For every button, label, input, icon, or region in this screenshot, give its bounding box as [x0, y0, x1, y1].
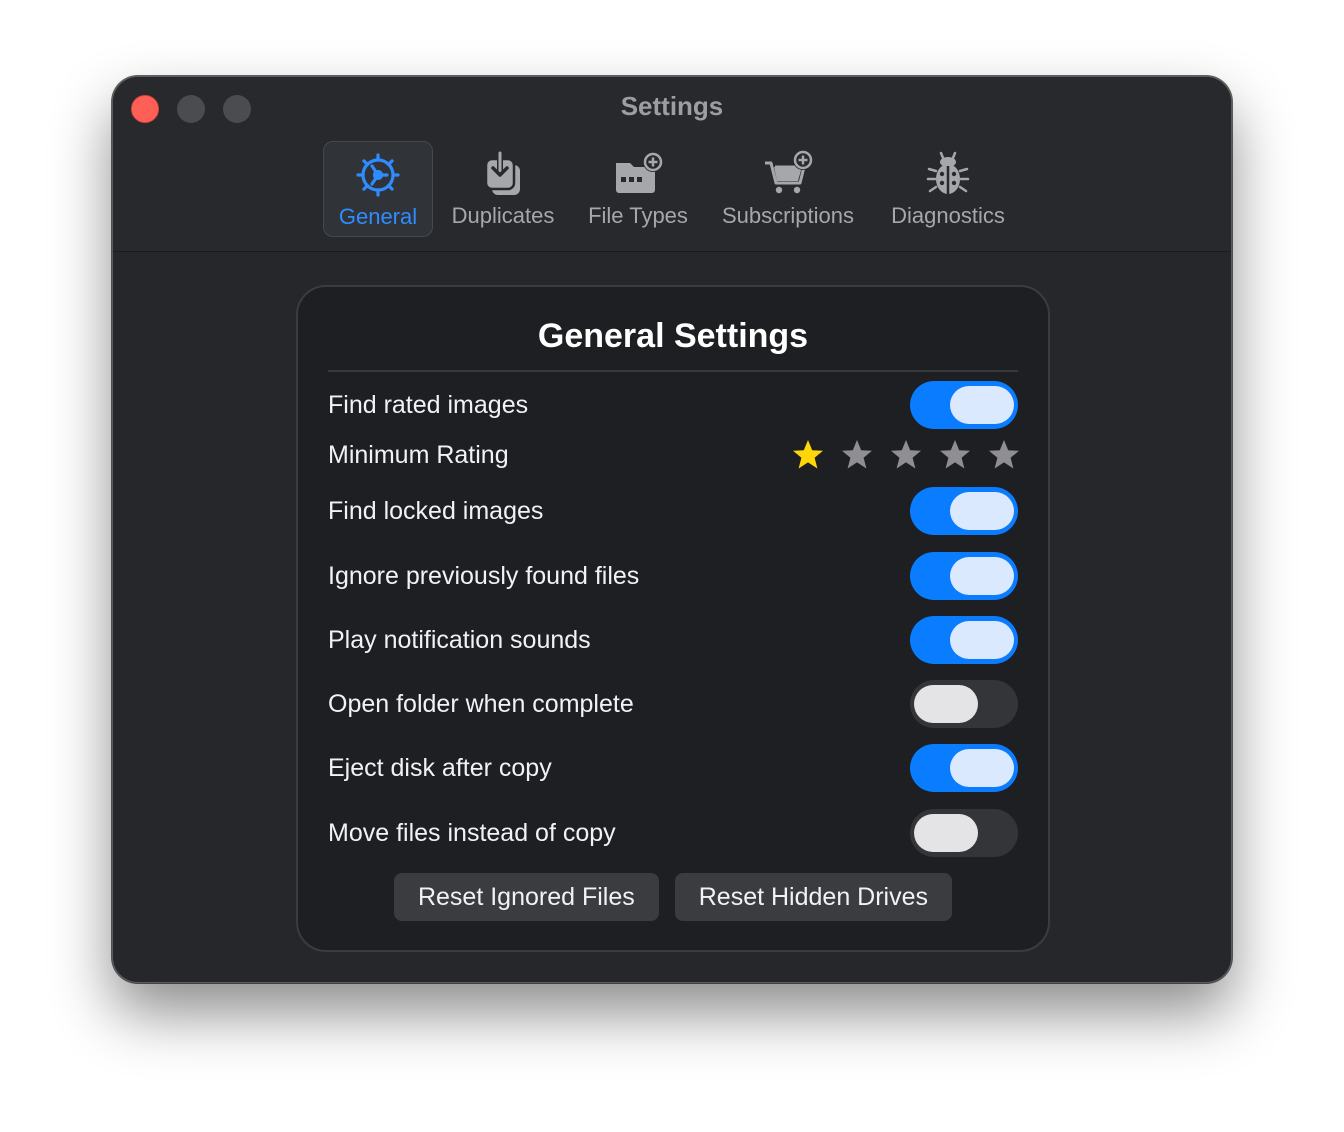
tab-file-types[interactable]: File Types [573, 141, 703, 237]
star-icon[interactable] [937, 437, 973, 473]
reset-buttons: Reset Ignored Files Reset Hidden Drives [298, 873, 1048, 921]
star-icon[interactable] [888, 437, 924, 473]
setting-label: Minimum Rating [328, 440, 509, 469]
setting-row-find-locked: Find locked images [328, 487, 1018, 535]
toolbar: Settings General Duplicates File Types S… [113, 77, 1231, 252]
reset-ignored-files-button[interactable]: Reset Ignored Files [393, 873, 659, 921]
tab-file-types-label: File Types [588, 203, 688, 228]
settings-window: Settings General Duplicates File Types S… [112, 76, 1232, 983]
cart-add-icon [765, 150, 813, 194]
setting-label: Move files instead of copy [328, 818, 616, 847]
toggle-knob [914, 814, 978, 852]
eject-disk-toggle[interactable] [910, 744, 1018, 792]
setting-label: Play notification sounds [328, 625, 591, 654]
tab-duplicates-label: Duplicates [451, 203, 555, 228]
move-files-toggle[interactable] [910, 809, 1018, 857]
find-locked-images-toggle[interactable] [910, 487, 1018, 535]
setting-row-minimum-rating: Minimum Rating [328, 431, 1019, 479]
duplicates-icon [484, 151, 520, 195]
setting-row-eject-disk: Eject disk after copy [328, 744, 1018, 792]
setting-row-find-rated: Find rated images [328, 381, 1018, 429]
gear-icon [356, 153, 400, 197]
tab-duplicates[interactable]: Duplicates [433, 141, 573, 237]
reset-hidden-drives-button[interactable]: Reset Hidden Drives [674, 873, 953, 921]
tab-subscriptions-label: Subscriptions [721, 203, 855, 228]
toggle-knob [950, 492, 1014, 530]
setting-label: Ignore previously found files [328, 561, 640, 590]
setting-row-notification-sounds: Play notification sounds [328, 616, 1018, 664]
setting-label: Find rated images [328, 390, 529, 419]
tab-diagnostics[interactable]: Diagnostics [873, 141, 1023, 237]
notification-sounds-toggle[interactable] [910, 616, 1018, 664]
toggle-knob [950, 386, 1014, 424]
star-icon[interactable] [839, 437, 875, 473]
tab-general[interactable]: General [323, 141, 433, 237]
setting-row-ignore-previous: Ignore previously found files [328, 552, 1018, 600]
star-icon[interactable] [790, 437, 826, 473]
panel-title: General Settings [537, 317, 809, 355]
window-title: Settings [620, 91, 724, 121]
setting-row-open-folder: Open folder when complete [328, 680, 1018, 728]
general-settings-panel: General Settings Find rated images Minim… [296, 285, 1050, 952]
toggle-knob [914, 685, 978, 723]
toggle-knob [950, 557, 1014, 595]
find-rated-images-toggle[interactable] [910, 381, 1018, 429]
open-folder-toggle[interactable] [910, 680, 1018, 728]
settings-tab-bar: General Duplicates File Types Subscripti… [323, 141, 1023, 237]
toggle-knob [950, 749, 1014, 787]
star-icon[interactable] [986, 437, 1022, 473]
tab-subscriptions[interactable]: Subscriptions [703, 141, 873, 237]
folder-add-icon [616, 152, 663, 193]
setting-label: Open folder when complete [328, 689, 634, 718]
setting-label: Find locked images [328, 496, 544, 525]
ignore-previously-found-toggle[interactable] [910, 552, 1018, 600]
setting-label: Eject disk after copy [328, 753, 552, 782]
toggle-knob [950, 621, 1014, 659]
bug-icon [926, 151, 970, 194]
tab-diagnostics-label: Diagnostics [891, 203, 1005, 228]
setting-row-move-files: Move files instead of copy [328, 809, 1018, 857]
divider [328, 370, 1018, 372]
tab-general-label: General [338, 204, 418, 229]
rating-stars [790, 437, 1022, 473]
